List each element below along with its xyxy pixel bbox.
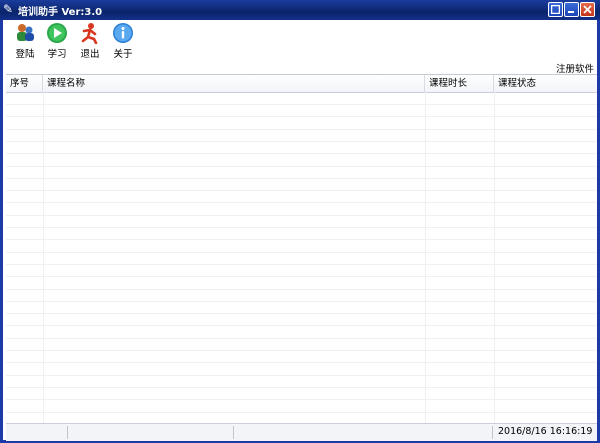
login-label: 登陆 bbox=[15, 49, 35, 60]
table-row[interactable] bbox=[6, 277, 597, 290]
table-row[interactable] bbox=[6, 154, 597, 167]
table-row[interactable] bbox=[6, 117, 597, 130]
user-icon bbox=[17, 24, 34, 41]
table-row[interactable] bbox=[6, 289, 597, 302]
table-row[interactable] bbox=[6, 141, 597, 155]
status-divider bbox=[67, 426, 68, 439]
column-header-duration[interactable]: 课程时长 bbox=[425, 75, 494, 92]
table-row[interactable] bbox=[6, 178, 597, 192]
status-bar: 2016/8/16 16:16:19 bbox=[6, 423, 597, 441]
study-button[interactable]: 学习 bbox=[42, 22, 72, 64]
table-row[interactable] bbox=[6, 400, 597, 413]
table-row[interactable] bbox=[6, 326, 597, 339]
status-divider bbox=[492, 426, 493, 439]
column-divider bbox=[425, 92, 426, 424]
window-title: 培训助手 Ver:3.0 bbox=[18, 7, 103, 18]
table-row[interactable] bbox=[6, 104, 597, 118]
table-row[interactable] bbox=[6, 240, 597, 253]
table-row[interactable] bbox=[6, 313, 597, 327]
close-button[interactable] bbox=[580, 2, 595, 17]
table-row[interactable] bbox=[6, 203, 597, 216]
course-table[interactable]: 序号 课程名称 课程时长 课程状态 bbox=[6, 74, 597, 424]
table-row[interactable] bbox=[6, 338, 597, 351]
maximize-icon bbox=[551, 5, 560, 14]
about-button[interactable]: 关于 bbox=[108, 22, 138, 64]
table-row[interactable] bbox=[6, 350, 597, 364]
login-button[interactable]: 登陆 bbox=[10, 22, 40, 64]
table-row[interactable] bbox=[6, 227, 597, 241]
play-icon bbox=[47, 23, 67, 43]
table-row[interactable] bbox=[6, 387, 597, 401]
table-row[interactable] bbox=[6, 215, 597, 228]
about-label: 关于 bbox=[113, 49, 133, 60]
table-row[interactable] bbox=[6, 375, 597, 388]
table-row[interactable] bbox=[6, 129, 597, 142]
title-bar[interactable]: ✎ 培训助手 Ver:3.0 bbox=[0, 0, 600, 20]
app-window: ✎ 培训助手 Ver:3.0 登陆 学习 退出 关于 注册软件 序号 课程名称 … bbox=[0, 0, 600, 443]
exit-running-icon bbox=[81, 23, 98, 44]
toolbar: 登陆 学习 退出 关于 注册软件 bbox=[3, 20, 597, 75]
minimize-icon bbox=[568, 11, 574, 13]
study-label: 学习 bbox=[47, 49, 67, 60]
status-divider bbox=[233, 426, 234, 439]
table-row[interactable] bbox=[6, 190, 597, 204]
exit-button[interactable]: 退出 bbox=[75, 22, 105, 64]
app-icon: ✎ bbox=[3, 2, 14, 16]
column-divider bbox=[494, 92, 495, 424]
table-row[interactable] bbox=[6, 166, 597, 179]
column-header-status[interactable]: 课程状态 bbox=[494, 75, 597, 92]
table-row[interactable] bbox=[6, 363, 597, 376]
info-icon bbox=[113, 23, 133, 43]
table-row[interactable] bbox=[6, 264, 597, 278]
table-row[interactable] bbox=[6, 92, 597, 105]
table-row[interactable] bbox=[6, 252, 597, 265]
column-header-index[interactable]: 序号 bbox=[6, 75, 43, 92]
table-row[interactable] bbox=[6, 301, 597, 315]
status-datetime: 2016/8/16 16:16:19 bbox=[498, 426, 593, 437]
column-header-course-name[interactable]: 课程名称 bbox=[43, 75, 425, 92]
minimize-button[interactable] bbox=[564, 2, 579, 17]
maximize-button[interactable] bbox=[548, 2, 563, 17]
table-header: 序号 课程名称 课程时长 课程状态 bbox=[6, 75, 597, 93]
column-divider bbox=[43, 92, 44, 424]
close-icon bbox=[583, 5, 592, 14]
exit-label: 退出 bbox=[80, 49, 100, 60]
register-link[interactable]: 注册软件 bbox=[556, 61, 594, 75]
